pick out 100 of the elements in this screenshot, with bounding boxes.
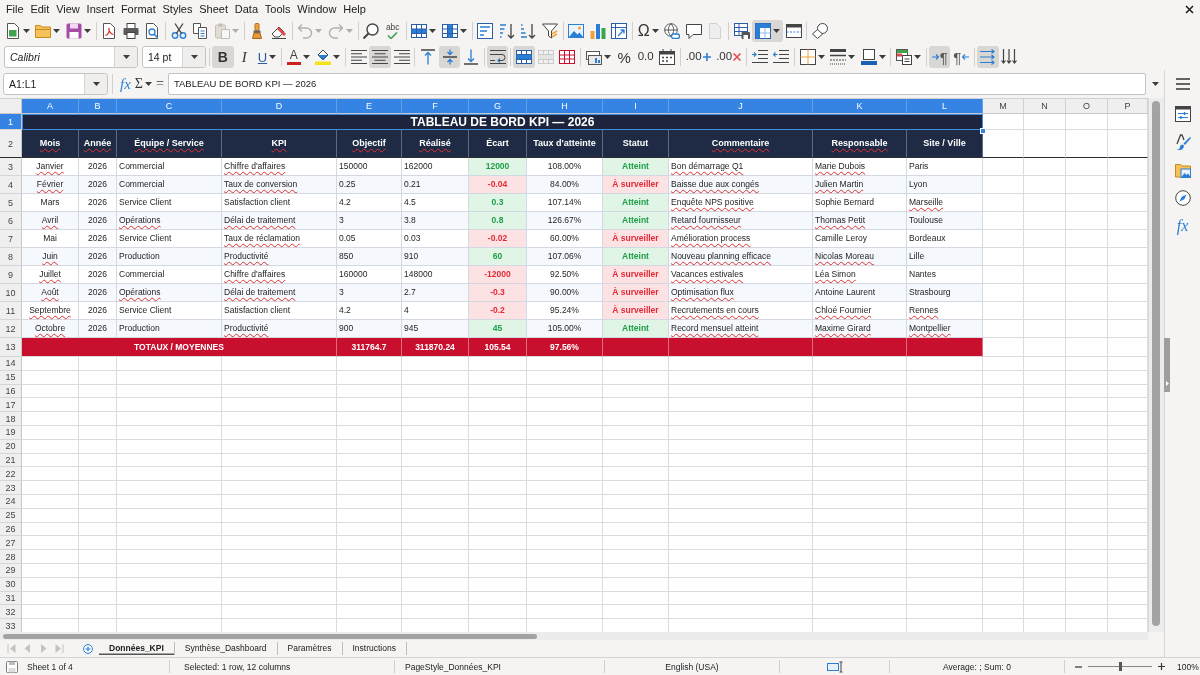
close-button[interactable]	[1185, 4, 1194, 14]
menu-item[interactable]: Data	[231, 0, 262, 18]
row-header[interactable]: 3	[0, 158, 22, 176]
freeze-panes-button[interactable]	[752, 20, 783, 42]
conditional-format-button[interactable]	[893, 46, 924, 68]
hyperlink-button[interactable]	[661, 20, 683, 42]
column-header[interactable]: J	[669, 99, 813, 114]
name-box[interactable]: A1:L1	[3, 73, 108, 95]
row-header[interactable]: 32	[0, 605, 22, 620]
scrollbar-thumb[interactable]	[1152, 101, 1160, 626]
row-header[interactable]: 33	[0, 619, 22, 632]
right-to-left-button[interactable]: ¶	[950, 46, 972, 68]
column-header[interactable]: I	[603, 99, 669, 114]
sheet-tab[interactable]: Paramètres	[277, 642, 343, 655]
row-header[interactable]: 9	[0, 266, 22, 284]
menu-item[interactable]: File	[2, 0, 27, 18]
sum-button[interactable]: Σ	[132, 73, 154, 95]
column-header[interactable]: G	[469, 99, 527, 114]
row-header[interactable]: 14	[0, 357, 22, 371]
menu-item[interactable]: Insert	[83, 0, 118, 18]
pivot-table-button[interactable]	[608, 20, 630, 42]
center-vertically-button[interactable]	[438, 46, 461, 68]
special-character-button[interactable]: Ω	[635, 20, 662, 42]
column-header[interactable]: F	[402, 99, 469, 114]
italic-button[interactable]: I	[233, 46, 255, 68]
spelling-button[interactable]: abc	[382, 20, 404, 42]
menu-item[interactable]: View	[52, 0, 84, 18]
row-header[interactable]: 7	[0, 230, 22, 248]
row-header[interactable]: 4	[0, 176, 22, 194]
dropdown-button[interactable]	[114, 47, 137, 67]
column-header[interactable]: P	[1108, 99, 1148, 114]
row-header[interactable]: 27	[0, 536, 22, 551]
sidebar-toggle-button[interactable]	[1164, 338, 1170, 392]
column-header[interactable]: D	[222, 99, 337, 114]
row-header[interactable]: 18	[0, 412, 22, 426]
number-format-button[interactable]: 0.0	[634, 46, 657, 68]
underline-button[interactable]: U	[255, 46, 279, 68]
sheet-tab[interactable]: Instructions	[342, 642, 407, 655]
column-header[interactable]: N	[1024, 99, 1066, 114]
formula-button[interactable]: =	[154, 73, 166, 95]
menu-item[interactable]: Format	[117, 0, 160, 18]
formula-input[interactable]: TABLEAU DE BORD KPI — 2026	[167, 73, 1146, 95]
dropdown-button[interactable]	[84, 74, 107, 94]
functions-button[interactable]: fx	[1170, 214, 1195, 238]
autofilter-button[interactable]	[539, 20, 561, 42]
menu-item[interactable]: Sheet	[195, 0, 232, 18]
wrap-text-button[interactable]	[486, 46, 509, 68]
row-header[interactable]: 5	[0, 194, 22, 212]
menu-item[interactable]: Help	[339, 0, 370, 18]
add-decimal-button[interactable]: .00	[682, 46, 714, 68]
menu-item[interactable]: Styles	[159, 0, 196, 18]
empty-cell	[469, 591, 527, 606]
dropdown-button[interactable]	[182, 47, 205, 67]
font-name-field[interactable]: Calibri	[4, 46, 138, 68]
menu-item[interactable]: Window	[293, 0, 340, 18]
find-replace-button[interactable]	[360, 20, 382, 42]
scrollbar-thumb[interactable]	[3, 633, 537, 639]
column-header[interactable]: E	[337, 99, 402, 114]
delete-decimal-button[interactable]: .00	[713, 46, 744, 68]
row-header[interactable]: 22	[0, 467, 22, 482]
column-header[interactable]: O	[1066, 99, 1108, 114]
fill-handle-icon[interactable]	[980, 128, 986, 134]
function-wizard-button[interactable]: fx	[118, 73, 133, 95]
border-style-button[interactable]	[827, 46, 858, 68]
draw-functions-button[interactable]	[809, 20, 831, 42]
column-header[interactable]: M	[983, 99, 1024, 114]
zoom-in-button[interactable]	[1156, 660, 1167, 673]
vertical-scrollbar[interactable]	[1148, 98, 1164, 632]
menu-item[interactable]: Edit	[27, 0, 53, 18]
row-header[interactable]: 10	[0, 284, 22, 302]
column-header[interactable]: K	[813, 99, 907, 114]
column-header[interactable]: L	[907, 99, 983, 114]
row-header[interactable]: 28	[0, 550, 22, 564]
font-size-field[interactable]: 14 pt	[142, 46, 206, 68]
sort-button[interactable]	[474, 20, 496, 42]
merge-and-center-button[interactable]	[513, 46, 535, 68]
left-to-right-button[interactable]: ¶	[928, 46, 951, 68]
percent-format-button[interactable]: %	[613, 46, 635, 68]
row-header[interactable]: 17	[0, 398, 22, 413]
sheet-tab[interactable]: Synthèse_Dashboard	[174, 642, 278, 655]
row-header[interactable]: 11	[0, 302, 22, 320]
slider-thumb[interactable]	[1118, 662, 1122, 671]
font-color-button[interactable]: A	[283, 46, 313, 68]
row-header[interactable]: 13	[0, 338, 22, 357]
horizontal-scrollbar[interactable]	[0, 632, 1148, 640]
column-header[interactable]: A	[22, 99, 79, 114]
column-header[interactable]: C	[117, 99, 222, 114]
menu-item[interactable]: Tools	[261, 0, 294, 18]
sheet-tab[interactable]: Données_KPI	[99, 642, 175, 655]
row-header[interactable]: 6	[0, 212, 22, 230]
align-center-button[interactable]	[369, 46, 391, 68]
date-format-button[interactable]	[656, 46, 678, 68]
column-header[interactable]: H	[527, 99, 603, 114]
column-header[interactable]: B	[79, 99, 117, 114]
row-header[interactable]: 1	[0, 114, 22, 130]
row-header[interactable]: 23	[0, 481, 22, 495]
row-header[interactable]: 8	[0, 248, 22, 266]
row-header[interactable]: 2	[0, 130, 22, 158]
bold-button[interactable]: B	[212, 46, 234, 68]
row-header[interactable]: 12	[0, 320, 22, 338]
